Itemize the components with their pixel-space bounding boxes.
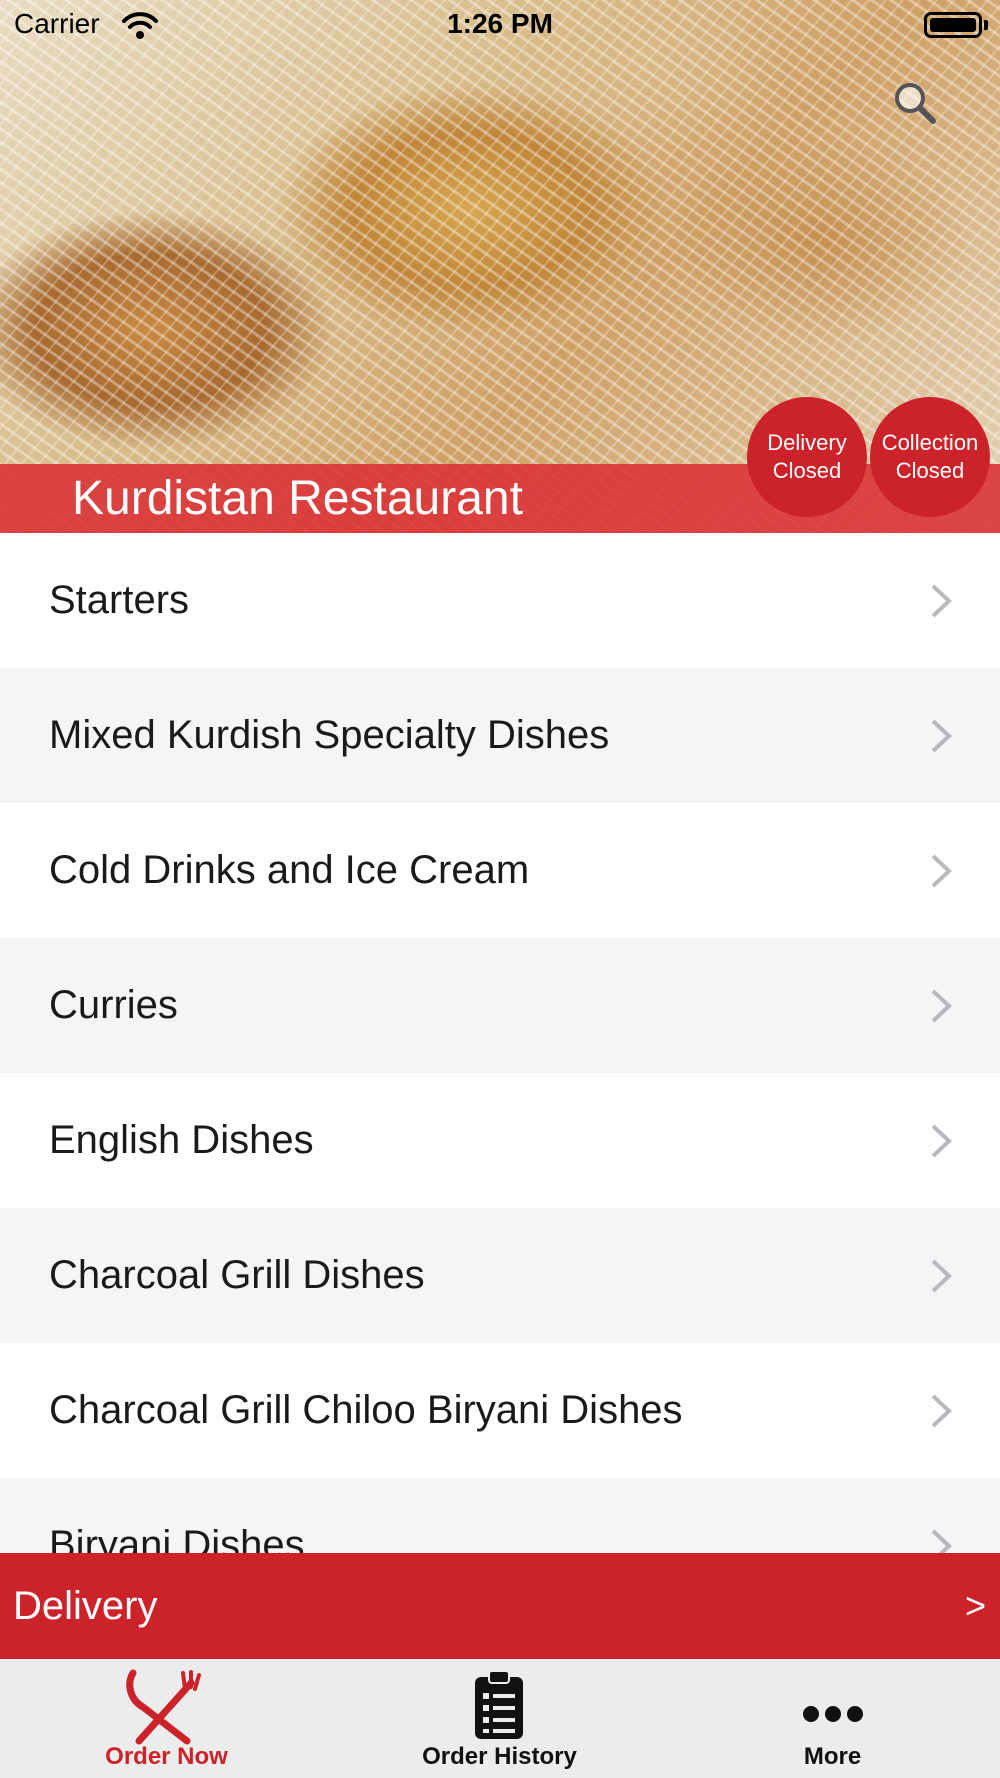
battery-icon: [924, 12, 982, 38]
collection-status-badge: Collection Closed: [870, 397, 990, 517]
chevron-right-icon: [931, 989, 952, 1023]
restaurant-name: Kurdistan Restaurant: [72, 472, 523, 525]
category-label: Biryani Dishes: [49, 1523, 305, 1553]
delivery-mode-bar[interactable]: Delivery >: [0, 1553, 1000, 1659]
status-bar: Carrier 1:26 PM: [0, 0, 1000, 50]
category-label: Mixed Kurdish Specialty Dishes: [49, 713, 610, 757]
category-item-english-dishes[interactable]: English Dishes: [0, 1073, 1000, 1208]
chevron-right-icon: [931, 1394, 952, 1428]
category-label: Curries: [49, 983, 178, 1027]
chevron-right-icon: [931, 1259, 952, 1293]
fork-knife-icon: [126, 1669, 201, 1745]
chevron-right-icon: [931, 584, 952, 618]
hero-banner: Carrier 1:26 PM Kurdistan Restaurant Del…: [0, 0, 1000, 533]
chevron-right-icon: [931, 854, 952, 888]
category-label: Charcoal Grill Dishes: [49, 1253, 425, 1297]
collection-status-line2: Closed: [895, 458, 965, 483]
chevron-right-icon: [931, 1529, 952, 1553]
tab-bar: Order Now Order History More: [0, 1659, 1000, 1778]
battery-tip: [984, 20, 988, 30]
category-label: Starters: [49, 578, 190, 622]
category-item-biryani[interactable]: Biryani Dishes: [0, 1478, 1000, 1553]
collection-status-line1: Collection: [881, 430, 979, 455]
category-item-chiloo-biryani[interactable]: Charcoal Grill Chiloo Biryani Dishes: [0, 1343, 1000, 1478]
tab-label-order-history: Order History: [422, 1743, 577, 1770]
delivery-status-line1: Delivery: [767, 430, 847, 455]
category-item-mixed-kurdish[interactable]: Mixed Kurdish Specialty Dishes: [0, 668, 1000, 803]
tab-order-history[interactable]: Order History: [333, 1659, 666, 1778]
status-time: 1:26 PM: [447, 8, 553, 39]
category-label: Cold Drinks and Ice Cream: [49, 848, 530, 892]
category-item-starters[interactable]: Starters: [0, 533, 1000, 668]
chevron-right-icon: [931, 1124, 952, 1158]
category-list: Starters Mixed Kurdish Specialty Dishes …: [0, 533, 1000, 1553]
delivery-status-badge: Delivery Closed: [747, 397, 867, 517]
category-label: English Dishes: [49, 1118, 314, 1162]
category-item-curries[interactable]: Curries: [0, 938, 1000, 1073]
tab-label-order-now: Order Now: [105, 1743, 228, 1770]
tab-more[interactable]: More: [666, 1659, 999, 1778]
delivery-mode-label: Delivery: [13, 1584, 158, 1628]
delivery-status-line2: Closed: [772, 458, 842, 483]
category-item-charcoal-grill[interactable]: Charcoal Grill Dishes: [0, 1208, 1000, 1343]
delivery-arrow-icon: >: [964, 1585, 986, 1626]
clipboard-list-icon: [475, 1670, 523, 1739]
more-dots-icon: [803, 1706, 863, 1722]
category-item-cold-drinks[interactable]: Cold Drinks and Ice Cream: [0, 803, 1000, 938]
chevron-right-icon: [931, 719, 952, 753]
tab-order-now[interactable]: Order Now: [0, 1659, 333, 1778]
search-icon[interactable]: [890, 78, 938, 126]
category-label: Charcoal Grill Chiloo Biryani Dishes: [49, 1388, 683, 1432]
tab-label-more: More: [803, 1743, 862, 1770]
